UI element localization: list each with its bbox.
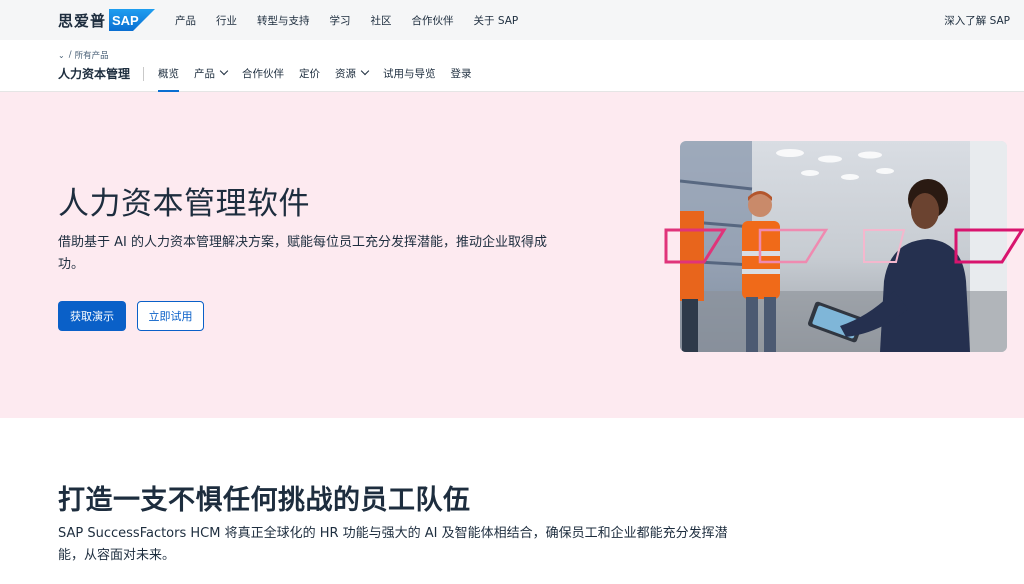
nav-about-sap[interactable]: 关于 SAP — [474, 13, 519, 28]
hero-title: 人力资本管理软件 — [58, 186, 310, 222]
tab-products[interactable]: 产品 — [194, 60, 229, 92]
logo-chinese-text: 思爱普 — [58, 11, 107, 30]
tab-pricing-label: 定价 — [299, 68, 320, 80]
tab-overview[interactable]: 概览 — [158, 60, 179, 92]
decorative-shapes — [664, 228, 1024, 264]
breadcrumb[interactable]: ⌄ / 所有产品 — [58, 49, 109, 61]
nav-industries[interactable]: 行业 — [216, 13, 237, 28]
tab-trials-label: 试用与导览 — [383, 68, 436, 80]
nav-partners[interactable]: 合作伙伴 — [412, 13, 454, 28]
chevron-down-icon — [360, 66, 370, 76]
breadcrumb-separator: / — [68, 50, 72, 60]
tab-products-label: 产品 — [194, 68, 215, 80]
nav-community[interactable]: 社区 — [371, 13, 392, 28]
subnav-tabs: 概览 产品 合作伙伴 定价 资源 试用与导览 登录 — [158, 60, 487, 92]
explore-sap-link[interactable]: 深入了解 SAP — [944, 0, 1010, 40]
nav-learning[interactable]: 学习 — [330, 13, 351, 28]
nav-products[interactable]: 产品 — [175, 13, 196, 28]
tab-login-label: 登录 — [450, 68, 472, 80]
tab-overview-label: 概览 — [158, 68, 179, 80]
tab-login[interactable]: 登录 — [451, 60, 472, 92]
tab-trials-tours[interactable]: 试用与导览 — [383, 60, 436, 92]
tab-pricing[interactable]: 定价 — [299, 60, 320, 92]
tab-partners[interactable]: 合作伙伴 — [242, 60, 284, 92]
section-description: SAP SuccessFactors HCM 将真正全球化的 HR 功能与强大的… — [58, 526, 728, 563]
hero-banner: 人力资本管理软件 借助基于 AI 的人力资本管理解决方案，赋能每位员工充分发挥潜… — [0, 92, 1024, 418]
get-demo-button[interactable]: 获取演示 — [58, 301, 126, 331]
nav-transformation-support[interactable]: 转型与支持 — [257, 13, 310, 28]
section-title: 打造一支不惧任何挑战的员工队伍 — [58, 485, 471, 516]
product-title[interactable]: 人力资本管理 — [58, 65, 130, 82]
svg-text:SAP: SAP — [112, 13, 139, 28]
chevron-down-icon — [219, 66, 229, 76]
product-subnav: ⌄ / 所有产品 人力资本管理 概览 产品 合作伙伴 定价 资源 试用与导览 登… — [0, 40, 1024, 92]
global-nav: 产品 行业 转型与支持 学习 社区 合作伙伴 关于 SAP — [175, 0, 538, 40]
tab-resources[interactable]: 资源 — [335, 60, 370, 92]
global-header: 思爱普 SAP 产品 行业 转型与支持 学习 社区 合作伙伴 关于 SAP 深入… — [0, 0, 1024, 40]
sap-logo-badge: SAP — [109, 9, 156, 31]
tab-resources-label: 资源 — [335, 68, 356, 80]
breadcrumb-all-products[interactable]: 所有产品 — [75, 49, 109, 61]
tab-partners-label: 合作伙伴 — [242, 68, 284, 80]
divider — [143, 67, 144, 81]
sap-logo[interactable]: 思爱普 SAP — [58, 7, 156, 33]
chevron-down-icon: ⌄ — [58, 50, 65, 60]
hero-description: 借助基于 AI 的人力资本管理解决方案，赋能每位员工充分发挥潜能，推动企业取得成… — [58, 235, 547, 272]
try-now-button[interactable]: 立即试用 — [137, 301, 204, 331]
